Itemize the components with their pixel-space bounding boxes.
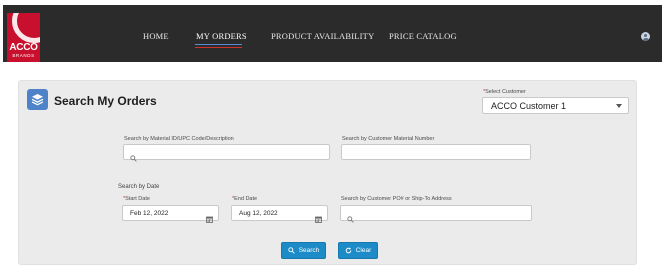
logo-subtitle: BRANDS <box>12 53 35 58</box>
search-icon <box>288 247 295 254</box>
calendar-icon[interactable] <box>206 210 213 228</box>
end-date-field[interactable]: Aug 12, 2022 <box>231 205 328 223</box>
select-customer-label-text: Select Customer <box>485 89 526 95</box>
stack-layers-icon <box>27 89 48 110</box>
po-search-input[interactable] <box>340 205 532 223</box>
active-nav-underline <box>195 44 242 48</box>
logo-word: ACCO <box>9 42 38 53</box>
acco-brands-logo[interactable]: ACCO BRANDS <box>7 13 40 62</box>
user-icon[interactable] <box>641 32 650 41</box>
start-date-field[interactable]: Feb 12, 2022 <box>122 205 219 223</box>
nav-price-catalog[interactable]: PRICE CATALOG <box>389 31 457 41</box>
material-search-label: Search by Material ID/UPC Code/Descripti… <box>124 136 234 142</box>
clear-button-label: Clear <box>355 247 372 254</box>
start-date-label: *Start Date <box>123 196 150 202</box>
search-button-label: Search <box>298 247 320 254</box>
material-search-input[interactable] <box>123 144 330 162</box>
customer-material-label: Search by Customer Material Number <box>342 136 435 142</box>
nav-my-orders[interactable]: MY ORDERS <box>196 31 247 41</box>
customer-select-value: ACCO Customer 1 <box>491 101 567 111</box>
end-date-label: *End Date <box>232 196 257 202</box>
po-search-label: Search by Customer PO# or Ship-To Addres… <box>341 196 452 202</box>
nav-home[interactable]: HOME <box>143 31 169 41</box>
select-customer-label: *Select Customer <box>483 89 526 95</box>
search-icon <box>347 210 354 228</box>
end-date-value: Aug 12, 2022 <box>239 210 278 217</box>
chevron-down-icon <box>616 104 622 108</box>
search-icon <box>130 149 137 167</box>
refresh-icon <box>345 247 352 254</box>
customer-material-input[interactable] <box>341 144 531 160</box>
nav-product-availability[interactable]: PRODUCT AVAILABILITY <box>271 31 374 41</box>
calendar-icon[interactable] <box>315 210 322 228</box>
page-title: Search My Orders <box>54 94 157 108</box>
customer-select[interactable]: ACCO Customer 1 <box>482 97 629 114</box>
end-date-label-text: End Date <box>234 196 258 202</box>
search-button[interactable]: Search <box>281 242 326 259</box>
start-date-label-text: Start Date <box>125 196 150 202</box>
clear-button[interactable]: Clear <box>338 242 378 259</box>
start-date-value: Feb 12, 2022 <box>130 210 169 217</box>
search-by-date-label: Search by Date <box>118 184 160 190</box>
